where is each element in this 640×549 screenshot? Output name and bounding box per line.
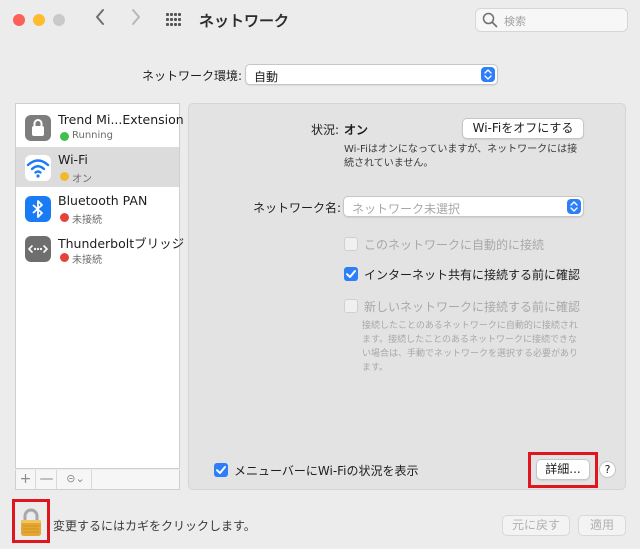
service-status: 未接続 <box>72 215 102 226</box>
popup-arrows-icon <box>567 199 581 214</box>
wifi-toggle-button[interactable]: Wi-Fiをオフにする <box>462 118 584 139</box>
location-label: ネットワーク環境: <box>142 69 243 83</box>
service-list-toolbar: + — ⊝⌄ <box>15 470 180 490</box>
status-description-line1: Wi-Fiはオンになっていますが、ネットワークには接 <box>344 144 578 155</box>
service-name: Trend Mi...Extension <box>58 112 184 127</box>
ask-new-network-checkbox[interactable] <box>344 299 358 313</box>
service-status: オン <box>72 174 92 185</box>
thunderbolt-bridge-icon <box>25 236 51 262</box>
network-name-label: ネットワーク名: <box>253 201 342 215</box>
window-title: ネットワーク <box>199 12 290 30</box>
show-all-grid-icon[interactable] <box>166 13 182 27</box>
zoom-window-button[interactable] <box>53 14 65 26</box>
lock-button[interactable] <box>19 507 43 537</box>
bluetooth-icon <box>25 196 51 222</box>
padlock-icon <box>21 508 41 536</box>
ask-new-desc-line2: ます。接続したことのあるネットワークに接続できな <box>362 335 578 345</box>
wifi-icon <box>25 155 51 181</box>
location-popup[interactable]: 自動 <box>245 64 498 85</box>
apply-button[interactable]: 適用 <box>578 515 626 536</box>
chevron-left-icon <box>96 9 104 25</box>
service-name: Thunderboltブリッジ <box>58 236 185 251</box>
status-label: 状況: <box>311 123 340 137</box>
search-field[interactable]: 検索 <box>475 8 628 32</box>
checkmark-icon <box>216 466 226 474</box>
back-button[interactable] <box>90 8 110 32</box>
minimize-window-button[interactable] <box>33 14 45 26</box>
search-icon <box>482 12 498 28</box>
ask-new-desc-line4: ます。 <box>362 363 389 373</box>
status-dot <box>60 213 69 222</box>
service-item-thunderbolt-bridge[interactable]: Thunderboltブリッジ 未接続 <box>16 228 184 268</box>
status-dot <box>60 172 69 181</box>
ask-hotspot-label: インターネット共有に接続する前に確認 <box>364 268 581 282</box>
add-service-button[interactable]: + <box>16 470 36 489</box>
network-name-placeholder: ネットワーク未選択 <box>352 202 461 216</box>
service-item-trend-micro[interactable]: Trend Mi...Extension Running <box>16 107 184 147</box>
ask-new-network-label: 新しいネットワークに接続する前に確認 <box>364 300 581 314</box>
network-name-popup[interactable]: ネットワーク未選択 <box>343 196 584 217</box>
close-window-button[interactable] <box>13 14 25 26</box>
location-value: 自動 <box>254 70 279 84</box>
chevron-right-icon <box>132 9 140 25</box>
checkmark-icon <box>346 270 356 278</box>
status-dot <box>60 132 69 141</box>
status-description-line2: 続されていません。 <box>344 158 434 169</box>
auto-join-checkbox[interactable] <box>344 237 358 251</box>
ask-new-desc-line1: 接続したことのあるネットワークに自動的に接続され <box>362 321 578 331</box>
show-in-menubar-checkbox[interactable] <box>214 463 228 477</box>
lock-icon <box>25 115 51 141</box>
service-item-bluetooth-pan[interactable]: Bluetooth PAN 未接続 <box>16 188 179 228</box>
ask-hotspot-checkbox[interactable] <box>344 267 358 281</box>
advanced-button[interactable]: 詳細... <box>536 459 590 480</box>
help-button[interactable]: ? <box>599 461 616 478</box>
search-placeholder: 検索 <box>504 15 526 28</box>
service-status: 未接続 <box>72 255 102 266</box>
service-list[interactable]: Trend Mi...Extension Running Wi-Fi オン Bl… <box>15 103 184 469</box>
service-item-wifi[interactable]: Wi-Fi オン <box>16 147 179 187</box>
service-name: Wi-Fi <box>58 152 88 167</box>
show-in-menubar-label: メニューバーにWi-Fiの状況を表示 <box>234 464 419 478</box>
service-status: Running <box>72 130 113 141</box>
service-name: Bluetooth PAN <box>58 193 148 208</box>
revert-button[interactable]: 元に戻す <box>502 515 570 536</box>
lock-hint-text: 変更するにはカギをクリックします。 <box>53 519 256 533</box>
action-menu-button[interactable]: ⊝⌄ <box>60 470 92 489</box>
status-value: オン <box>344 123 369 137</box>
popup-arrows-icon <box>481 67 495 82</box>
remove-service-button[interactable]: — <box>37 470 57 489</box>
status-dot <box>60 253 69 262</box>
forward-button[interactable] <box>126 8 146 32</box>
auto-join-label: このネットワークに自動的に接続 <box>364 238 545 252</box>
ask-new-desc-line3: い場合は、手動でネットワークを選択する必要があり <box>362 349 579 359</box>
